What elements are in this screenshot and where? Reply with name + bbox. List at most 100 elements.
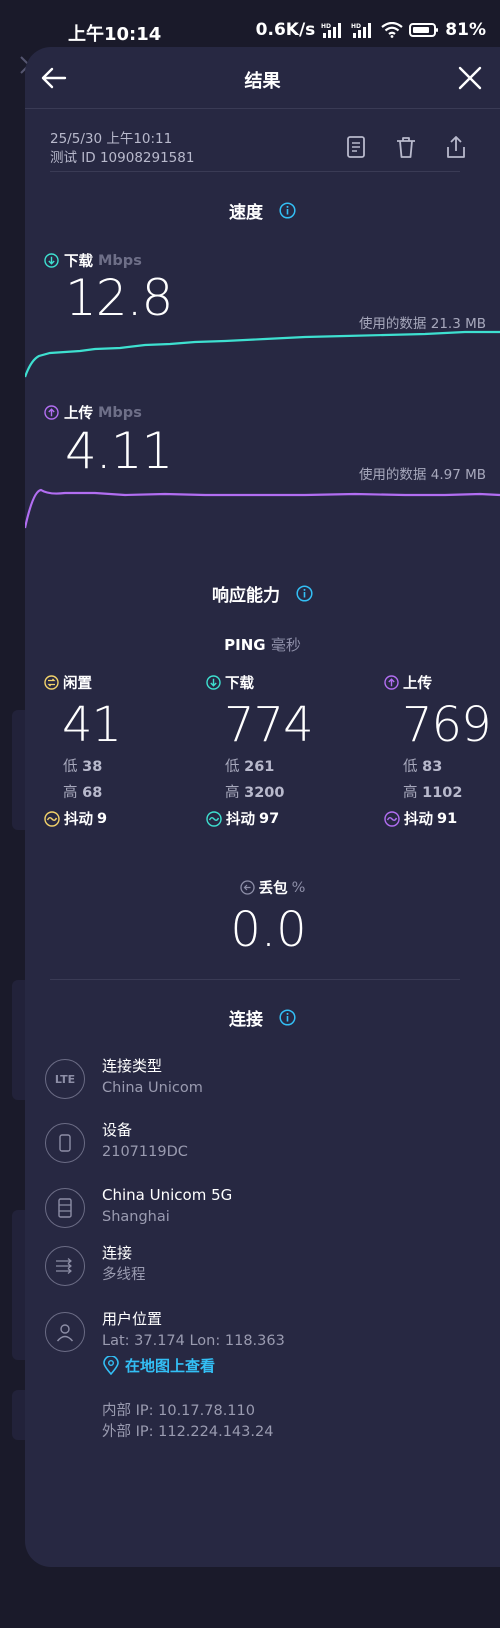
- device-label: 设备: [102, 1121, 133, 1139]
- meta-actions: [342, 133, 470, 161]
- download-label: 下载: [64, 254, 93, 270]
- download-speed-value: 12.8: [65, 269, 173, 327]
- map-pin-icon: [103, 1356, 119, 1375]
- status-time: 上午10:14: [68, 24, 162, 45]
- page-title: 结果: [244, 71, 281, 92]
- low-label: 低: [63, 759, 78, 775]
- user-location-text: 用户位置 Lat: 37.174 Lon: 118.363: [102, 1308, 285, 1352]
- connection-type-item: LTE 连接类型 China Unicom: [45, 1055, 485, 1107]
- close-icon[interactable]: [455, 63, 485, 93]
- upload-unit: Mbps: [98, 404, 142, 421]
- status-indicators: 0.6K/s HD HD 81%: [256, 20, 486, 40]
- upload-speed-label: 上传 Mbps: [44, 402, 142, 423]
- user-icon: [45, 1312, 85, 1352]
- server-location: Shanghai: [102, 1209, 170, 1225]
- ping-upload-low: 低 83: [384, 754, 494, 780]
- net-speed: 0.6K/s: [255, 20, 316, 40]
- jitter-label: 抖动: [404, 812, 433, 828]
- ping-upload-jitter: 抖动 91: [384, 808, 494, 829]
- ping-download-jitter: 抖动 97: [206, 808, 336, 829]
- ping-upload-jitter-value: 91: [437, 810, 458, 827]
- user-glyph: [56, 1324, 74, 1342]
- connection-title: 连接: [229, 1010, 264, 1030]
- document-icon[interactable]: [342, 133, 370, 161]
- responsiveness-title: 响应能力: [212, 586, 281, 606]
- packet-loss-label: 丢包: [258, 881, 288, 897]
- share-icon[interactable]: [442, 133, 470, 161]
- ip-addresses: 内部 IP: 10.17.78.110 外部 IP: 112.224.143.2…: [102, 1401, 273, 1443]
- packet-loss-value: 0.0: [230, 902, 307, 958]
- trash-icon[interactable]: [392, 133, 420, 161]
- download-unit: Mbps: [98, 252, 142, 269]
- download-arrow-icon: [206, 674, 221, 690]
- high-label: 高: [63, 785, 78, 801]
- info-icon[interactable]: [296, 585, 313, 602]
- jitter-label: 抖动: [64, 812, 93, 828]
- ping-unit: 毫秒: [270, 636, 301, 654]
- server-icon: [45, 1188, 85, 1228]
- ping-download-value: 774: [224, 697, 314, 753]
- server-item: China Unicom 5G Shanghai: [45, 1184, 485, 1236]
- connection-mode-text: 连接 多线程: [102, 1242, 146, 1286]
- ping-title: PING 毫秒: [25, 634, 500, 655]
- ping-idle-label: 闲置: [63, 675, 92, 692]
- device-value: 2107119DC: [102, 1144, 188, 1160]
- download-arrow-icon: [44, 253, 59, 268]
- phone-icon: [45, 1123, 85, 1163]
- ping-upload-low-value: 83: [422, 759, 443, 775]
- ping-download-high-value: 3200: [244, 785, 285, 801]
- connection-mode-item: 连接 多线程: [45, 1242, 485, 1294]
- loss-divider: [50, 979, 460, 980]
- ping-idle-low: 低 38: [44, 754, 174, 780]
- server-text: China Unicom 5G Shanghai: [102, 1184, 232, 1228]
- meta-divider: [50, 171, 460, 172]
- multi-connection-icon: [45, 1246, 85, 1286]
- info-icon[interactable]: [279, 1009, 296, 1026]
- connection-type-value: China Unicom: [102, 1080, 203, 1096]
- external-ip: 外部 IP: 112.224.143.24: [102, 1424, 274, 1440]
- svg-text:HD: HD: [321, 23, 331, 30]
- test-meta: 25/5/30 上午10:11 测试 ID 10908291581: [50, 130, 194, 168]
- upload-arrow-icon: [384, 674, 399, 690]
- info-icon[interactable]: [279, 202, 296, 219]
- user-location-item: 用户位置 Lat: 37.174 Lon: 118.363: [45, 1308, 485, 1360]
- ping-upload-column: 上传 769 低 83 高 1102 抖动 91: [384, 672, 494, 829]
- high-label: 高: [225, 785, 240, 801]
- packet-loss: 丢包 % 0.0: [25, 877, 500, 959]
- ping-download-high: 高 3200: [206, 780, 336, 806]
- ping-download-jitter-value: 97: [259, 810, 280, 827]
- device-text: 设备 2107119DC: [102, 1119, 188, 1163]
- ping-download-label: 下载: [225, 675, 254, 692]
- lte-icon: LTE: [45, 1059, 85, 1099]
- connection-mode-label: 连接: [102, 1244, 133, 1262]
- battery-icon: [409, 23, 439, 37]
- speed-section-title: 速度: [25, 198, 500, 223]
- packet-loss-head: 丢包 %: [239, 877, 306, 898]
- server-name: China Unicom 5G: [102, 1186, 233, 1204]
- ping-download-low-value: 261: [244, 759, 275, 775]
- test-id: 测试 ID 10908291581: [50, 150, 195, 166]
- internal-ip: 内部 IP: 10.17.78.110: [102, 1403, 255, 1419]
- header-divider: [25, 108, 500, 109]
- high-label: 高: [403, 785, 418, 801]
- jitter-icon: [206, 810, 222, 827]
- ping-upload-high-value: 1102: [422, 785, 463, 801]
- battery-level: 81%: [445, 20, 486, 40]
- upload-arrow-icon: [44, 405, 59, 420]
- jitter-label: 抖动: [226, 812, 255, 828]
- download-speed-graph: [25, 330, 500, 378]
- ping-upload-value: 769: [402, 697, 492, 753]
- packet-loss-unit: %: [291, 879, 306, 896]
- server-glyph: [58, 1198, 72, 1218]
- ping-download-low: 低 261: [206, 754, 336, 780]
- ping-idle-jitter: 抖动 9: [44, 808, 174, 829]
- ping-upload-label: 上传: [403, 675, 432, 692]
- hd-signal-icon: HD: [321, 23, 342, 38]
- view-on-map-link[interactable]: 在地图上查看: [103, 1355, 215, 1376]
- results-sheet: 结果 25/5/30 上午10:11 测试 ID 10908291581 速度 …: [25, 47, 500, 1567]
- ping-download-head: 下载: [206, 672, 336, 692]
- ping-idle-high: 高 68: [44, 780, 174, 806]
- jitter-icon: [44, 810, 60, 827]
- sheet-header: 结果: [25, 47, 500, 109]
- lte-icon-text: LTE: [54, 1072, 76, 1086]
